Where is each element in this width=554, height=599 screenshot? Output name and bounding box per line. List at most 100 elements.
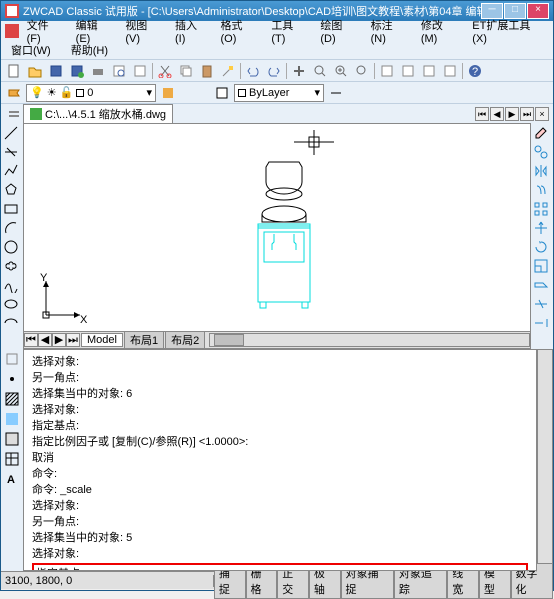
svg-text:?: ? xyxy=(472,66,478,78)
saveas-icon[interactable] xyxy=(68,62,86,80)
ucs-x-label: X xyxy=(80,314,88,323)
spline-icon[interactable] xyxy=(3,277,21,295)
color-swatch xyxy=(238,89,246,97)
undo-icon[interactable] xyxy=(244,62,262,80)
layout-prev-icon[interactable]: ◀ xyxy=(38,333,52,347)
cmd-line: 指定基点: xyxy=(36,566,524,571)
tab-last-icon[interactable]: ⏭ xyxy=(520,107,534,121)
layout-last-icon[interactable]: ⏭ xyxy=(66,333,80,347)
ellipse-arc-icon[interactable] xyxy=(3,315,21,333)
zoom-window-icon[interactable] xyxy=(332,62,350,80)
help-icon[interactable]: ? xyxy=(466,62,484,80)
document-tab[interactable]: C:\...\4.5.1 缩放水桶.dwg xyxy=(23,104,173,123)
layer-combo[interactable]: 💡 ☀ 🔓 0 ▾ xyxy=(26,84,156,102)
arc-icon[interactable] xyxy=(3,220,21,238)
copy-obj-icon[interactable] xyxy=(533,144,551,162)
doc-menu-icon[interactable] xyxy=(5,105,23,123)
draw-toolbar xyxy=(1,123,23,349)
pan-icon[interactable] xyxy=(290,62,308,80)
tab-model[interactable]: Model xyxy=(81,333,123,347)
color-combo[interactable]: ByLayer ▾ xyxy=(234,84,324,102)
tab-prev-icon[interactable]: ◀ xyxy=(490,107,504,121)
array-icon[interactable] xyxy=(533,201,551,219)
rectangle-icon[interactable] xyxy=(3,201,21,219)
preview-icon[interactable] xyxy=(110,62,128,80)
hatch-icon[interactable] xyxy=(4,391,20,410)
menu-view[interactable]: 视图(V) xyxy=(119,16,167,46)
copy-icon[interactable] xyxy=(177,62,195,80)
line-icon[interactable] xyxy=(3,125,21,143)
lock-icon: 🔓 xyxy=(60,86,74,99)
publish-icon[interactable] xyxy=(131,62,149,80)
tool-palette-icon[interactable] xyxy=(420,62,438,80)
tab-layout1[interactable]: 布局1 xyxy=(124,331,164,349)
trim-icon[interactable] xyxy=(533,296,551,314)
command-window[interactable]: 选择对象: 另一角点: 选择集当中的对象: 6 选择对象: 指定基点: 指定比例… xyxy=(23,349,537,571)
design-center-icon[interactable] xyxy=(399,62,417,80)
tab-first-icon[interactable]: ⏮ xyxy=(475,107,489,121)
menu-insert[interactable]: 插入(I) xyxy=(169,16,213,46)
linetype-icon[interactable] xyxy=(327,84,345,102)
menu-modify[interactable]: 修改(M) xyxy=(415,16,464,46)
dropdown-arrow-icon: ▾ xyxy=(146,86,152,99)
layout-first-icon[interactable]: ⏮ xyxy=(24,333,38,347)
layer-props-icon[interactable] xyxy=(5,84,23,102)
color-value: ByLayer xyxy=(249,87,289,99)
ellipse-icon[interactable] xyxy=(3,296,21,314)
mirror-icon[interactable] xyxy=(533,163,551,181)
new-icon[interactable] xyxy=(5,62,23,80)
menu-tools[interactable]: 工具(T) xyxy=(265,16,312,46)
rotate-icon[interactable] xyxy=(533,239,551,257)
color-icon[interactable] xyxy=(213,84,231,102)
calc-icon[interactable] xyxy=(441,62,459,80)
pline-icon[interactable] xyxy=(3,163,21,181)
draw-toolbar-2: A xyxy=(1,349,23,571)
cmd-line: 选择集当中的对象: 5 xyxy=(32,530,528,546)
layout-next-icon[interactable]: ▶ xyxy=(52,333,66,347)
extend-icon[interactable] xyxy=(533,315,551,333)
menu-help[interactable]: 帮助(H) xyxy=(65,41,114,59)
stretch-icon[interactable] xyxy=(533,277,551,295)
open-icon[interactable] xyxy=(26,62,44,80)
tab-close-icon[interactable]: × xyxy=(535,107,549,121)
menu-format[interactable]: 格式(O) xyxy=(214,16,263,46)
menu-et[interactable]: ET扩展工具(X) xyxy=(466,16,549,46)
save-icon[interactable] xyxy=(47,62,65,80)
print-icon[interactable] xyxy=(89,62,107,80)
menu-draw[interactable]: 绘图(D) xyxy=(314,16,362,46)
menu-dim[interactable]: 标注(N) xyxy=(365,16,413,46)
properties-icon[interactable] xyxy=(378,62,396,80)
redo-icon[interactable] xyxy=(265,62,283,80)
region-icon[interactable] xyxy=(4,431,20,450)
cmd-line: 指定基点: xyxy=(32,418,528,434)
xline-icon[interactable] xyxy=(3,144,21,162)
gradient-icon[interactable] xyxy=(4,411,20,430)
paste-icon[interactable] xyxy=(198,62,216,80)
point-icon[interactable] xyxy=(4,371,20,390)
revcloud-icon[interactable] xyxy=(3,258,21,276)
v-scrollbar[interactable] xyxy=(537,349,553,571)
zoom-prev-icon[interactable] xyxy=(353,62,371,80)
match-icon[interactable] xyxy=(219,62,237,80)
table-icon[interactable] xyxy=(4,451,20,470)
cut-icon[interactable] xyxy=(156,62,174,80)
drawing-canvas[interactable]: Y X ⏮ ◀ ▶ ⏭ Model 布局1 布局2 xyxy=(23,123,531,349)
polygon-icon[interactable] xyxy=(3,182,21,200)
erase-icon[interactable] xyxy=(533,125,551,143)
mtext-icon[interactable]: A xyxy=(4,471,20,490)
tab-layout2[interactable]: 布局2 xyxy=(165,331,205,349)
menu-window[interactable]: 窗口(W) xyxy=(5,41,57,59)
tab-next-icon[interactable]: ▶ xyxy=(505,107,519,121)
layer-prev-icon[interactable] xyxy=(159,84,177,102)
move-icon[interactable] xyxy=(533,220,551,238)
app-icon xyxy=(5,4,19,18)
scale-icon[interactable] xyxy=(533,258,551,276)
h-scrollbar[interactable] xyxy=(209,333,530,347)
circle-icon[interactable] xyxy=(3,239,21,257)
cmd-line: 另一角点: xyxy=(32,370,528,386)
menu-bar: 文件(F) 编辑(E) 视图(V) 插入(I) 格式(O) 工具(T) 绘图(D… xyxy=(1,21,553,41)
highlighted-command-block: 指定基点: <捕捉 开> 指定比例因子或 [复制(C)/参照(R)] <1.00… xyxy=(32,563,528,571)
offset-icon[interactable] xyxy=(533,182,551,200)
block-icon[interactable] xyxy=(4,351,20,370)
zoom-realtime-icon[interactable] xyxy=(311,62,329,80)
